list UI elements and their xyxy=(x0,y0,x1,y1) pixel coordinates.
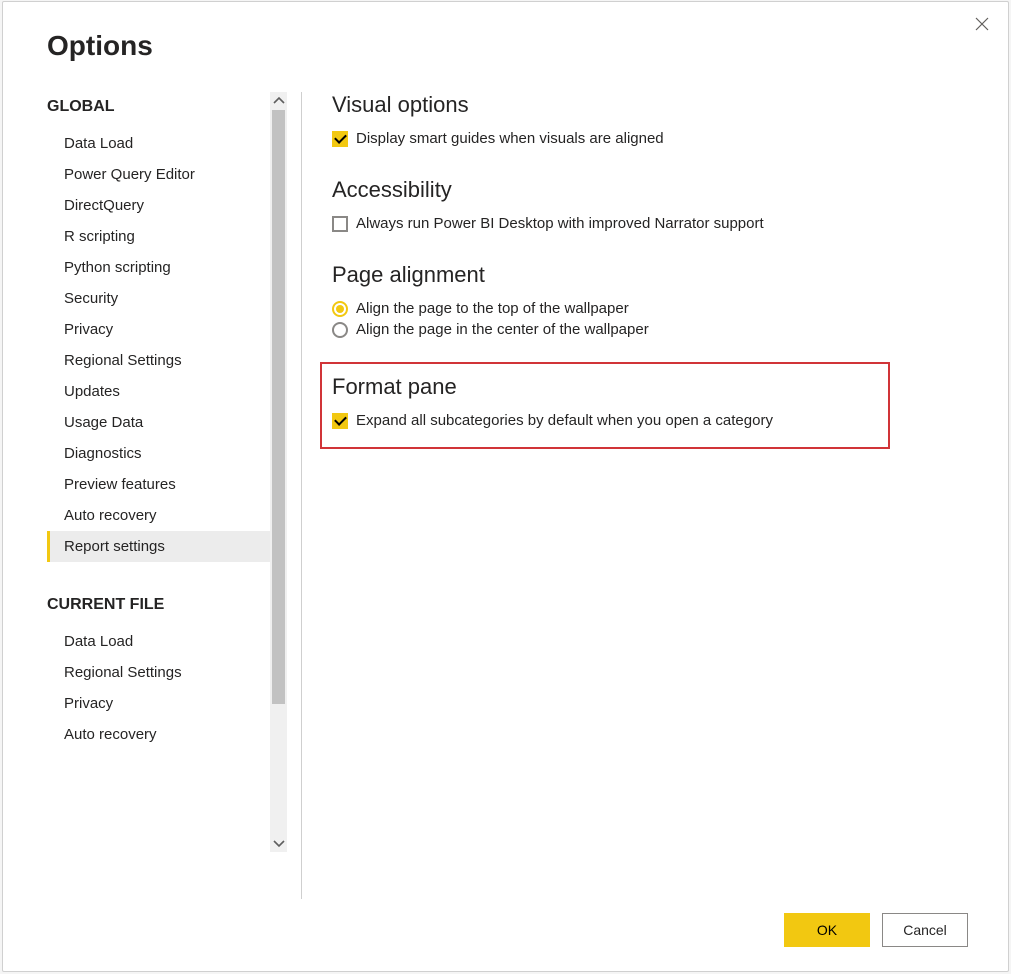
group-title: Accessibility xyxy=(332,177,968,203)
option-row: Align the page to the top of the wallpap… xyxy=(332,298,968,319)
sidebar-section-header: CURRENT FILE xyxy=(47,590,270,626)
sidebar-item[interactable]: Python scripting xyxy=(47,252,270,283)
sidebar-item[interactable]: Auto recovery xyxy=(47,500,270,531)
close-button[interactable] xyxy=(970,12,994,36)
sidebar-item[interactable]: Auto recovery xyxy=(47,719,270,750)
radio[interactable] xyxy=(332,301,348,317)
sidebar-item[interactable]: Privacy xyxy=(47,314,270,345)
scroll-up-button[interactable] xyxy=(270,92,287,110)
dialog-body: GLOBALData LoadPower Query EditorDirectQ… xyxy=(3,72,1008,899)
option-label: Expand all subcategories by default when… xyxy=(356,412,773,429)
dialog-footer: OK Cancel xyxy=(3,899,1008,971)
sidebar-section-header: GLOBAL xyxy=(47,92,270,128)
sidebar-item[interactable]: Diagnostics xyxy=(47,438,270,469)
sidebar-item[interactable]: Updates xyxy=(47,376,270,407)
option-row: Always run Power BI Desktop with improve… xyxy=(332,213,968,234)
group-title: Visual options xyxy=(332,92,968,118)
sidebar-item[interactable]: Regional Settings xyxy=(47,345,270,376)
sidebar-item[interactable]: R scripting xyxy=(47,221,270,252)
chevron-down-icon xyxy=(273,837,285,849)
options-dialog: Options GLOBALData LoadPower Query Edito… xyxy=(2,1,1009,972)
ok-button[interactable]: OK xyxy=(784,913,870,947)
option-label: Align the page in the center of the wall… xyxy=(356,321,649,338)
settings-group: Visual options Display smart guides when … xyxy=(332,92,968,149)
checkbox[interactable] xyxy=(332,216,348,232)
radio[interactable] xyxy=(332,322,348,338)
checkbox[interactable] xyxy=(332,413,348,429)
group-title: Format pane xyxy=(332,374,874,400)
dialog-header: Options xyxy=(3,2,1008,72)
option-row: Display smart guides when visuals are al… xyxy=(332,128,968,149)
sidebar-item[interactable]: Power Query Editor xyxy=(47,159,270,190)
sidebar-item[interactable]: Report settings xyxy=(47,531,270,562)
sidebar-item[interactable]: Preview features xyxy=(47,469,270,500)
sidebar-item-list: Data LoadRegional SettingsPrivacyAuto re… xyxy=(47,626,270,750)
scrollbar-track[interactable] xyxy=(270,110,287,834)
sidebar-scrollbar[interactable] xyxy=(270,92,287,852)
scroll-down-button[interactable] xyxy=(270,834,287,852)
option-label: Display smart guides when visuals are al… xyxy=(356,130,664,147)
option-row: Expand all subcategories by default when… xyxy=(332,410,874,431)
sidebar-item[interactable]: Usage Data xyxy=(47,407,270,438)
option-label: Align the page to the top of the wallpap… xyxy=(356,300,629,317)
cancel-button[interactable]: Cancel xyxy=(882,913,968,947)
dialog-title: Options xyxy=(47,30,964,62)
sidebar-item[interactable]: Privacy xyxy=(47,688,270,719)
chevron-up-icon xyxy=(273,95,285,107)
group-title: Page alignment xyxy=(332,262,968,288)
settings-group: Format pane Expand all subcategories by d… xyxy=(332,362,968,449)
checkbox[interactable] xyxy=(332,131,348,147)
settings-group: Accessibility Always run Power BI Desktop… xyxy=(332,177,968,234)
sidebar-item[interactable]: Security xyxy=(47,283,270,314)
sidebar: GLOBALData LoadPower Query EditorDirectQ… xyxy=(47,92,270,852)
sidebar-container: GLOBALData LoadPower Query EditorDirectQ… xyxy=(47,92,287,852)
sidebar-item[interactable]: Data Load xyxy=(47,128,270,159)
highlighted-group: Format pane Expand all subcategories by d… xyxy=(320,362,890,449)
scrollbar-thumb[interactable] xyxy=(272,110,285,704)
sidebar-item-list: Data LoadPower Query EditorDirectQueryR … xyxy=(47,128,270,562)
sidebar-item[interactable]: DirectQuery xyxy=(47,190,270,221)
content-pane: Visual options Display smart guides when … xyxy=(302,92,1008,899)
sidebar-item[interactable]: Regional Settings xyxy=(47,657,270,688)
sidebar-item[interactable]: Data Load xyxy=(47,626,270,657)
close-icon xyxy=(974,16,990,32)
option-label: Always run Power BI Desktop with improve… xyxy=(356,215,764,232)
settings-group: Page alignment Align the page to the top … xyxy=(332,262,968,340)
option-row: Align the page in the center of the wall… xyxy=(332,319,968,340)
